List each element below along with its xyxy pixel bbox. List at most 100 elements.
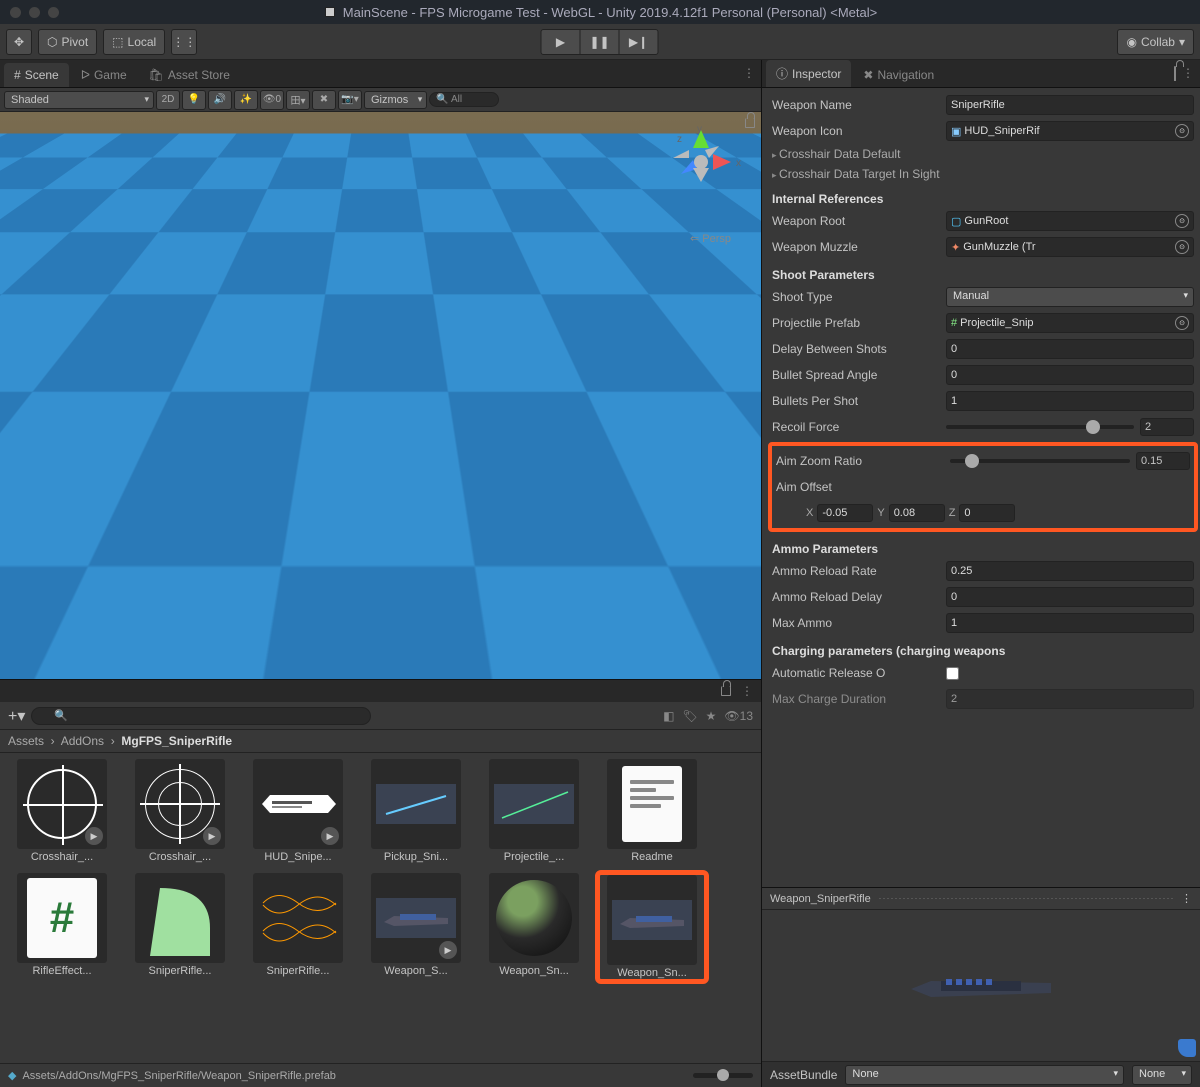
weapon-gizmo[interactable]: ✦ ✦ ✦ xyxy=(280,477,321,544)
asset-item[interactable]: Weapon_Sn... xyxy=(598,873,706,981)
delay-field[interactable] xyxy=(946,339,1194,359)
asset-item[interactable]: Projectile_... xyxy=(480,759,588,863)
x-axis-cone xyxy=(713,154,731,170)
panel-lock-icon[interactable] xyxy=(1174,66,1176,80)
auto-release-checkbox[interactable] xyxy=(946,667,959,680)
reload-delay-field[interactable] xyxy=(946,587,1194,607)
weapon-icon-field[interactable]: ▣HUD_SniperRif⊙ xyxy=(946,121,1194,141)
max-charge-field[interactable] xyxy=(946,689,1194,709)
tab-scene[interactable]: #Scene xyxy=(4,63,69,87)
project-panel: ⋮ +▾ ◧ 🏷 ★ 👁13 Assets › AddOns › MgFPS_S… xyxy=(0,679,761,1087)
tools-hand-icon[interactable]: ✥ xyxy=(6,29,32,55)
reload-rate-field[interactable] xyxy=(946,561,1194,581)
preview-menu-icon[interactable]: ⋮ xyxy=(1181,892,1192,905)
crosshair-default-foldout[interactable]: Crosshair Data Default xyxy=(772,144,1194,164)
inspector: Weapon Name Weapon Icon▣HUD_SniperRif⊙ C… xyxy=(762,88,1200,887)
lock-icon[interactable] xyxy=(745,118,755,128)
crystal-object xyxy=(596,569,727,599)
filter-by-type-icon[interactable]: ◧ xyxy=(663,709,674,723)
weapon-root-field[interactable]: ▢GunRoot⊙ xyxy=(946,211,1194,231)
fx-toggle[interactable]: ✨ xyxy=(234,90,258,110)
crosshair-target-foldout[interactable]: Crosshair Data Target In Sight xyxy=(772,164,1194,184)
asset-item[interactable]: SniperRifle... xyxy=(244,873,352,981)
asset-item[interactable]: #RifleEffect... xyxy=(8,873,116,981)
audio-toggle[interactable]: 🔊 xyxy=(208,90,232,110)
shading-mode-dropdown[interactable]: Shaded xyxy=(4,91,154,109)
collab-button[interactable]: ◉ Collab ▾ xyxy=(1117,29,1194,55)
play-button[interactable]: ▶ xyxy=(541,29,581,55)
tab-menu-icon[interactable]: ⋮ xyxy=(743,66,755,80)
preview-viewport[interactable] xyxy=(762,910,1200,1061)
weapon-name-field[interactable] xyxy=(946,95,1194,115)
project-search[interactable] xyxy=(31,707,371,725)
tag-icon[interactable] xyxy=(1178,1039,1196,1057)
shoot-type-dropdown[interactable]: Manual xyxy=(946,287,1194,307)
camera-dropdown[interactable]: 📷▾ xyxy=(338,90,362,110)
persp-label[interactable]: ⇐ Persp xyxy=(690,232,731,245)
pivot-button[interactable]: ⬡Pivot xyxy=(38,29,97,55)
grid-dropdown[interactable]: 田▾ xyxy=(286,90,310,110)
local-button[interactable]: ⬚Local xyxy=(103,29,165,55)
weapon-label[interactable]: Weapon_SniperRifle xyxy=(212,446,335,464)
thumbnail-size-slider[interactable] xyxy=(693,1073,753,1078)
tab-assetstore[interactable]: 🛍Asset Store xyxy=(139,63,240,87)
enemy-label[interactable]: Enemy_HoverBot (1) xyxy=(175,172,282,187)
orientation-gizmo[interactable]: y x z xyxy=(661,122,741,202)
footer-path: Assets/AddOns/MgFPS_SniperRifle/Weapon_S… xyxy=(22,1070,335,1082)
assetbundle-dropdown[interactable]: None xyxy=(845,1065,1124,1085)
aim-offset-y[interactable] xyxy=(889,504,945,522)
tab-game[interactable]: ᐅGame xyxy=(71,63,137,87)
asset-item[interactable]: Weapon_Sn... xyxy=(480,873,588,981)
projectile-prefab-field[interactable]: #Projectile_Snip⊙ xyxy=(946,313,1194,333)
2d-toggle[interactable]: 2D xyxy=(156,90,180,110)
aim-offset-x[interactable] xyxy=(817,504,873,522)
snap-button[interactable]: ⋮⋮ xyxy=(171,29,197,55)
scene-tabs: #Scene ᐅGame 🛍Asset Store ⋮ xyxy=(0,60,761,88)
weapon-muzzle-field[interactable]: ✦GunMuzzle (Tr⊙ xyxy=(946,237,1194,257)
preview-panel: Weapon_SniperRifle ⋮ AssetBundle None No… xyxy=(762,887,1200,1087)
inspector-tabs: ⓘ Inspector ✖ Navigation ⋮ xyxy=(762,60,1200,88)
bullets-per-shot-field[interactable] xyxy=(946,391,1194,411)
window-title: MainScene - FPS Microgame Test - WebGL -… xyxy=(343,5,877,20)
aim-zoom-slider[interactable] xyxy=(950,459,1130,463)
scene-view[interactable]: Enemy_HoverBot (1) ✦ ✦ ✦ Weapon_SniperRi… xyxy=(0,112,761,679)
preview-title: Weapon_SniperRifle xyxy=(770,893,871,905)
tab-inspector[interactable]: ⓘ Inspector xyxy=(766,60,851,87)
assetbundle-variant-dropdown[interactable]: None xyxy=(1132,1065,1192,1085)
internal-refs-header: Internal References xyxy=(772,184,1194,208)
pause-button[interactable]: ❚❚ xyxy=(580,29,620,55)
assetbundle-label: AssetBundle xyxy=(770,1068,837,1082)
shoot-params-header: Shoot Parameters xyxy=(772,260,1194,284)
scene-search[interactable]: 🔍 All xyxy=(429,92,499,107)
tab-navigation[interactable]: ✖ Navigation xyxy=(853,63,944,87)
create-button[interactable]: +▾ xyxy=(8,706,25,726)
filter-by-label-icon[interactable]: 🏷 xyxy=(682,709,697,723)
asset-item[interactable]: ▶HUD_Snipe... xyxy=(244,759,352,863)
breadcrumb[interactable]: Assets › AddOns › MgFPS_SniperRifle xyxy=(0,730,761,753)
aim-offset-vector: X Y Z xyxy=(806,504,1015,522)
lock-icon[interactable] xyxy=(721,686,731,696)
max-ammo-field[interactable] xyxy=(946,613,1194,633)
aim-offset-z[interactable] xyxy=(959,504,1015,522)
recoil-slider[interactable] xyxy=(946,425,1134,429)
visibility-count[interactable]: 👁13 xyxy=(724,709,753,723)
panel-menu-icon[interactable]: ⋮ xyxy=(1182,66,1194,80)
asset-grid: ▶Crosshair_...▶Crosshair_...▶HUD_Snipe..… xyxy=(0,753,761,1063)
scene-toolbar: Shaded 2D 💡 🔊 ✨ 👁0 田▾ ✖ 📷▾ Gizmos 🔍 All xyxy=(0,88,761,112)
tools-icon[interactable]: ✖ xyxy=(312,90,336,110)
asset-item[interactable]: SniperRifle... xyxy=(126,873,234,981)
panel-menu-icon[interactable]: ⋮ xyxy=(741,684,753,698)
play-controls: ▶ ❚❚ ▶❙ xyxy=(542,29,659,55)
asset-item[interactable]: Readme xyxy=(598,759,706,863)
step-button[interactable]: ▶❙ xyxy=(619,29,659,55)
favorites-icon[interactable]: ★ xyxy=(706,709,717,723)
spread-field[interactable] xyxy=(946,365,1194,385)
asset-item[interactable]: ▶Weapon_S... xyxy=(362,873,470,981)
hidden-objects-toggle[interactable]: 👁0 xyxy=(260,90,284,110)
asset-item[interactable]: ▶Crosshair_... xyxy=(8,759,116,863)
asset-item[interactable]: Pickup_Sni... xyxy=(362,759,470,863)
asset-item[interactable]: ▶Crosshair_... xyxy=(126,759,234,863)
gizmos-dropdown[interactable]: Gizmos xyxy=(364,91,427,109)
lighting-toggle[interactable]: 💡 xyxy=(182,90,206,110)
ammo-params-header: Ammo Parameters xyxy=(772,534,1194,558)
